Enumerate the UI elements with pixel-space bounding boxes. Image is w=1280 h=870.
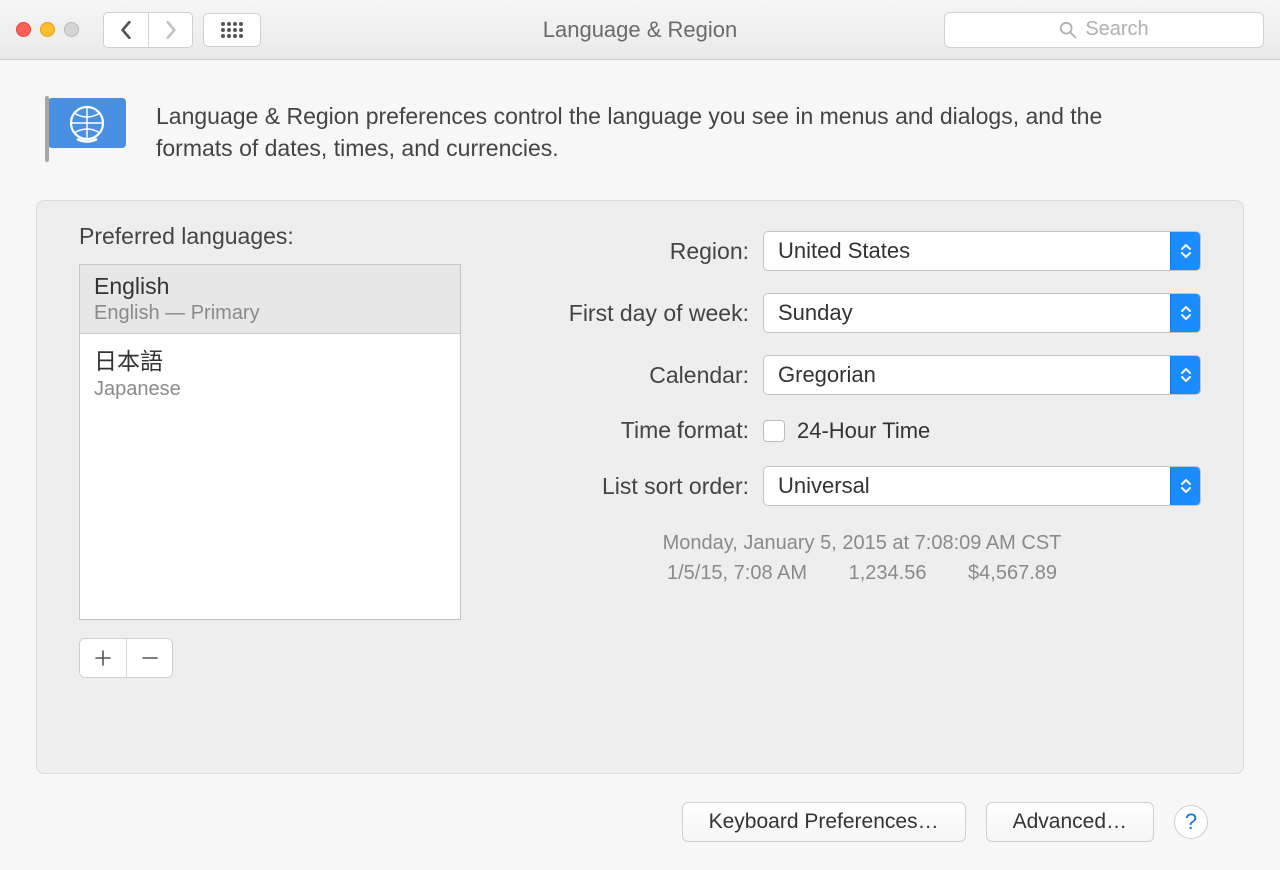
forward-button[interactable] — [148, 13, 192, 47]
first-day-value: Sunday — [764, 300, 1170, 326]
add-remove-controls — [79, 638, 173, 678]
minus-icon — [142, 650, 158, 666]
advanced-label: Advanced… — [1013, 810, 1127, 834]
language-subtitle: English — Primary — [94, 302, 446, 325]
chevron-up-down-icon — [1170, 467, 1200, 505]
region-settings: Region: United States — [523, 223, 1201, 678]
region-label: Region: — [523, 238, 763, 265]
question-icon: ? — [1185, 809, 1197, 835]
format-examples: Monday, January 5, 2015 at 7:08:09 AM CS… — [523, 528, 1201, 588]
calendar-popup[interactable]: Gregorian — [763, 355, 1201, 395]
example-long-date: Monday, January 5, 2015 at 7:08:09 AM CS… — [523, 528, 1201, 558]
list-sort-value: Universal — [764, 473, 1170, 499]
help-button[interactable]: ? — [1174, 805, 1208, 839]
footer: Keyboard Preferences… Advanced… ? — [36, 774, 1244, 852]
time-format-label: Time format: — [523, 417, 763, 444]
example-short-date: 1/5/15, 7:08 AM — [667, 562, 807, 584]
keyboard-preferences-label: Keyboard Preferences… — [709, 810, 939, 834]
chevron-right-icon — [164, 21, 178, 39]
add-language-button[interactable] — [80, 639, 126, 677]
chevron-up-down-icon — [1170, 232, 1200, 270]
language-name: English — [94, 273, 446, 300]
preferences-window: Language & Region Search Language & Regi… — [0, 0, 1280, 870]
example-currency: $4,567.89 — [968, 562, 1057, 584]
intro: Language & Region preferences control th… — [36, 94, 1244, 166]
language-list[interactable]: English English — Primary 日本語 Japanese — [79, 264, 461, 620]
calendar-value: Gregorian — [764, 362, 1170, 388]
calendar-label: Calendar: — [523, 362, 763, 389]
titlebar: Language & Region Search — [0, 0, 1280, 60]
chevron-up-down-icon — [1170, 356, 1200, 394]
first-day-popup[interactable]: Sunday — [763, 293, 1201, 333]
show-all-button[interactable] — [203, 13, 261, 47]
region-popup[interactable]: United States — [763, 231, 1201, 271]
window-controls — [16, 22, 79, 37]
keyboard-preferences-button[interactable]: Keyboard Preferences… — [682, 802, 966, 842]
search-placeholder: Search — [1085, 18, 1148, 41]
close-window-button[interactable] — [16, 22, 31, 37]
language-subtitle: Japanese — [94, 378, 446, 401]
content: Language & Region preferences control th… — [0, 60, 1280, 870]
window-title: Language & Region — [543, 17, 738, 43]
language-name: 日本語 — [94, 342, 446, 376]
region-value: United States — [764, 238, 1170, 264]
intro-text: Language & Region preferences control th… — [156, 94, 1166, 164]
search-icon — [1059, 21, 1077, 39]
search-field[interactable]: Search — [944, 12, 1264, 48]
minimize-window-button[interactable] — [40, 22, 55, 37]
settings-panel: Preferred languages: English English — P… — [36, 200, 1244, 774]
24-hour-label: 24-Hour Time — [797, 418, 930, 444]
preferred-languages-heading: Preferred languages: — [79, 223, 499, 250]
grid-icon — [220, 21, 244, 39]
language-item-english[interactable]: English English — Primary — [80, 265, 460, 334]
list-sort-label: List sort order: — [523, 473, 763, 500]
plus-icon — [95, 650, 111, 666]
remove-language-button[interactable] — [126, 639, 172, 677]
chevron-up-down-icon — [1170, 294, 1200, 332]
example-number: 1,234.56 — [849, 562, 927, 584]
nav-back-forward — [103, 12, 193, 48]
24-hour-checkbox[interactable] — [763, 420, 785, 442]
preferred-languages-section: Preferred languages: English English — P… — [79, 223, 499, 678]
un-flag-icon — [36, 94, 130, 166]
language-item-japanese[interactable]: 日本語 Japanese — [80, 334, 460, 409]
first-day-label: First day of week: — [523, 300, 763, 327]
chevron-left-icon — [119, 21, 133, 39]
back-button[interactable] — [104, 13, 148, 47]
advanced-button[interactable]: Advanced… — [986, 802, 1154, 842]
list-sort-popup[interactable]: Universal — [763, 466, 1201, 506]
zoom-window-button[interactable] — [64, 22, 79, 37]
